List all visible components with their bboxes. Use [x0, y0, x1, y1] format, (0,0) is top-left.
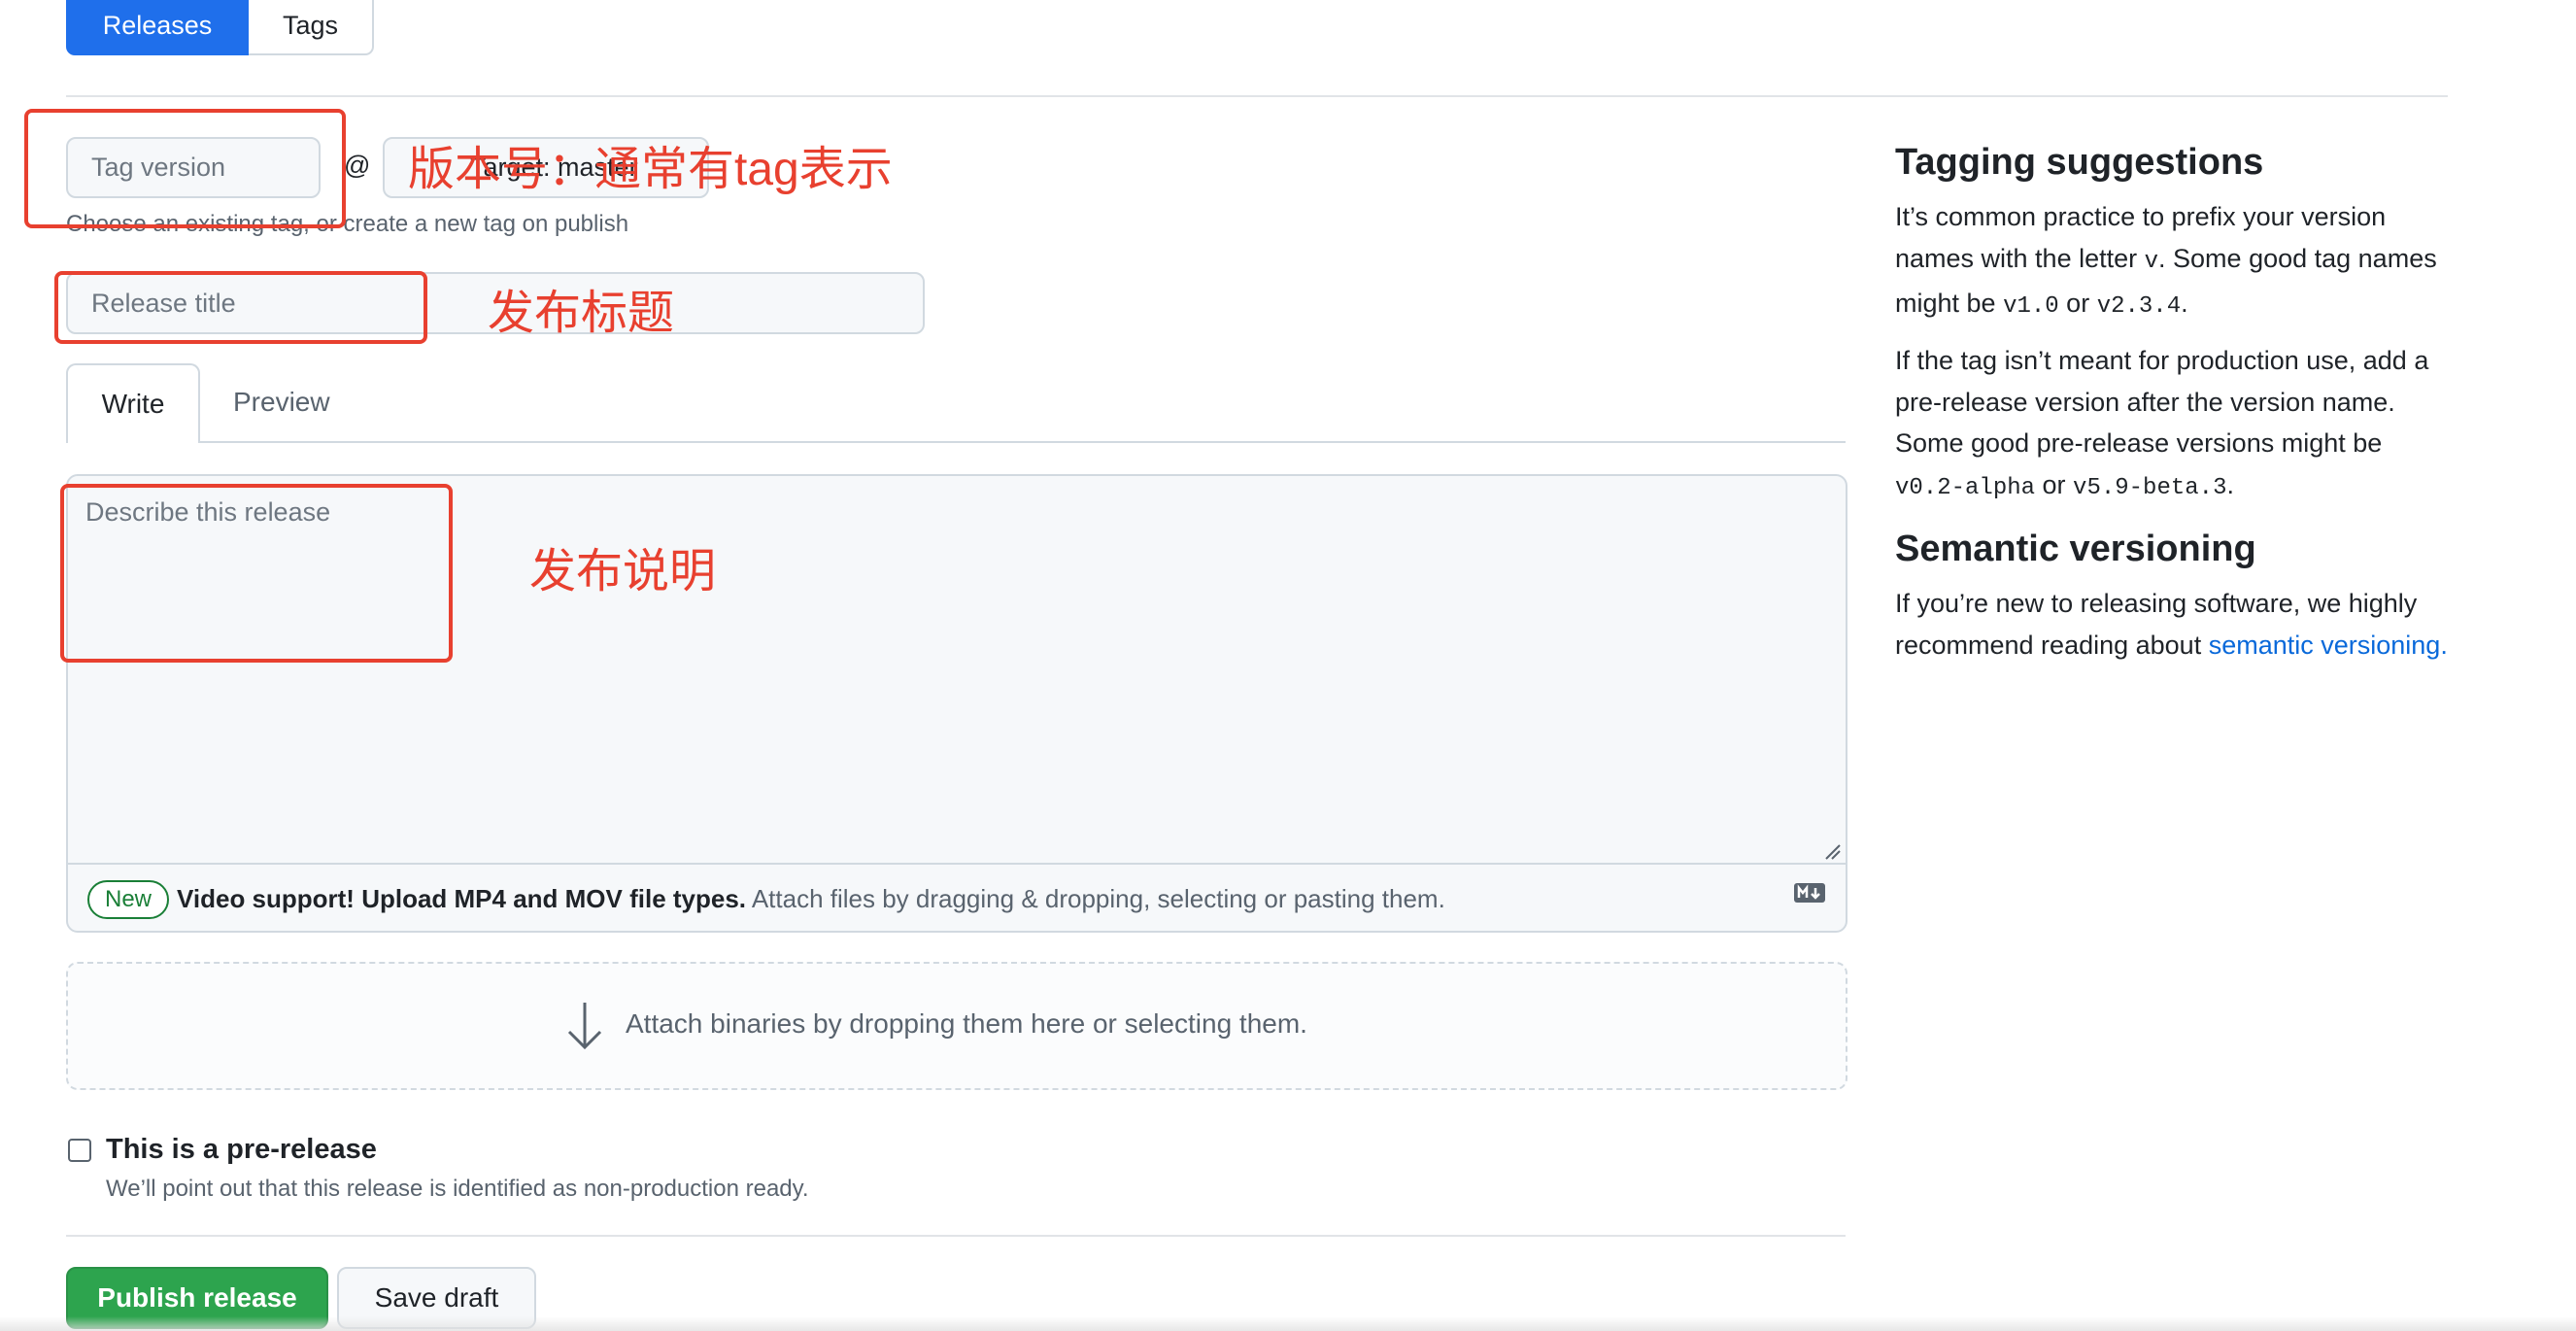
- tagging-suggestions-p2: If the tag isn’t meant for production us…: [1895, 340, 2458, 509]
- attach-files-info[interactable]: Video support! Upload MP4 and MOV file t…: [177, 884, 1445, 914]
- editor-footer-divider: [68, 863, 1846, 865]
- semantic-versioning-p: If you’re new to releasing software, we …: [1895, 583, 2458, 666]
- bottom-fade: [0, 1316, 2576, 1331]
- annotation-version: 版本号：通常有tag表示: [408, 144, 893, 195]
- p1-code-v2: v2.3.4: [2096, 293, 2182, 320]
- attach-bold-text: Video support! Upload MP4 and MOV file t…: [177, 884, 747, 913]
- prerelease-label[interactable]: This is a pre-release: [106, 1134, 377, 1166]
- arrow-down-icon: [563, 999, 606, 1058]
- semver-text-b: .: [2440, 630, 2448, 660]
- p1-text-c: or: [2058, 289, 2097, 318]
- tagging-suggestions-heading: Tagging suggestions: [1895, 142, 2264, 183]
- prerelease-checkbox[interactable]: [68, 1139, 91, 1162]
- editor-tab-divider: [66, 441, 1846, 443]
- p2-text-b: or: [2035, 469, 2074, 499]
- p1-text-d: .: [2181, 289, 2188, 318]
- markdown-icon[interactable]: [1793, 882, 1826, 908]
- prerelease-note: We’ll point out that this release is ide…: [106, 1176, 809, 1202]
- semantic-versioning-heading: Semantic versioning: [1895, 529, 2256, 569]
- attach-rest-text: Attach files by dragging & dropping, sel…: [746, 884, 1445, 913]
- tab-preview[interactable]: Preview: [233, 387, 330, 418]
- releases-tags-tabs: Releases Tags: [66, 0, 374, 55]
- annotation-title: 发布标题: [488, 288, 675, 339]
- semantic-versioning-link[interactable]: semantic versioning: [2209, 631, 2441, 660]
- annotation-description: 发布说明: [529, 546, 717, 597]
- tab-releases[interactable]: Releases: [66, 0, 249, 55]
- tab-tags[interactable]: Tags: [249, 0, 374, 55]
- tagging-suggestions-p1: It’s common practice to prefix your vers…: [1895, 196, 2458, 328]
- p2-text-c: .: [2226, 469, 2234, 499]
- new-badge: New: [87, 880, 170, 919]
- p2-text-a: If the tag isn’t meant for production us…: [1895, 346, 2429, 458]
- annotation-box-version: [24, 109, 346, 228]
- dropzone-text: Attach binaries by dropping them here or…: [626, 1008, 1307, 1039]
- p2-code-alpha: v0.2-alpha: [1895, 474, 2036, 501]
- annotation-box-title: [54, 271, 427, 344]
- top-divider: [66, 95, 2448, 97]
- p2-code-beta: v5.9-beta.3: [2073, 474, 2227, 501]
- p1-code-v: v: [2144, 248, 2159, 275]
- p1-code-v1: v1.0: [2003, 293, 2059, 320]
- annotation-box-description: [60, 484, 453, 663]
- tab-write[interactable]: Write: [66, 363, 200, 443]
- bottom-divider: [66, 1235, 1846, 1237]
- at-symbol: @: [344, 151, 371, 180]
- binaries-dropzone[interactable]: Attach binaries by dropping them here or…: [66, 962, 1847, 1090]
